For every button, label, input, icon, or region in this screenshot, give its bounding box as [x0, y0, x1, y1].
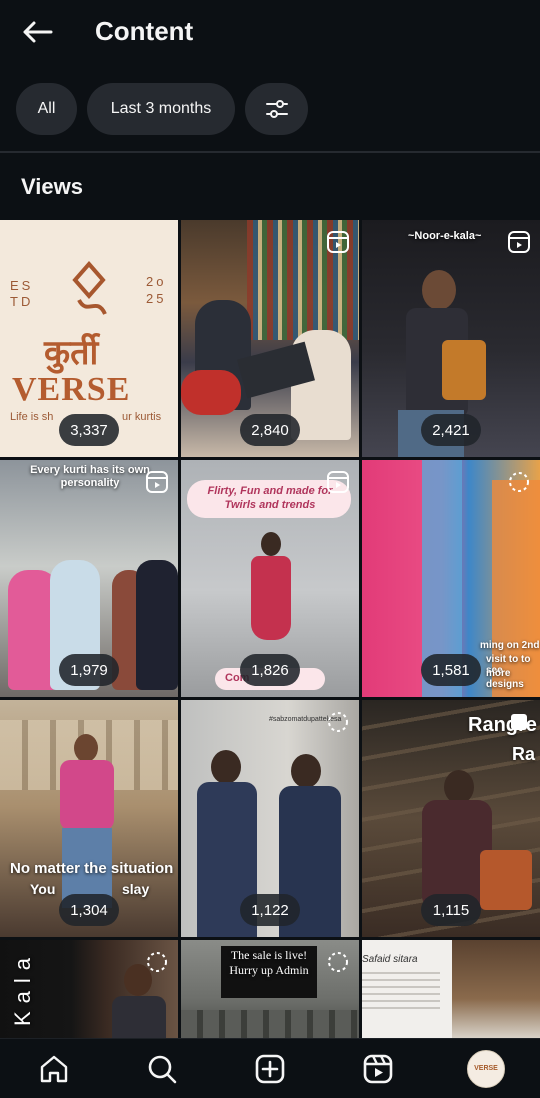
- filter-sliders-icon: [265, 100, 288, 118]
- tile-text: ur kurtis: [122, 411, 162, 423]
- tile-text: You: [30, 881, 56, 897]
- loading-icon: [328, 952, 348, 972]
- loading-icon: [147, 952, 167, 972]
- view-count: 2,421: [421, 414, 481, 446]
- tile-text: Safaid sitara: [362, 954, 418, 965]
- reel-icon: [511, 714, 527, 730]
- view-count: 1,826: [240, 654, 300, 686]
- tile-text: 25: [146, 291, 167, 306]
- tile-text: Ra: [512, 744, 536, 764]
- view-count: 1,304: [59, 894, 119, 926]
- tile-thumbnail: Safaid sitara: [362, 940, 540, 1038]
- tile-text: No matter the situation: [10, 860, 174, 877]
- content-tile[interactable]: Rangre Ra 1,115: [362, 700, 540, 937]
- tile-text: Life is sh: [10, 411, 54, 423]
- view-count: 1,115: [421, 894, 481, 926]
- reels-icon: [363, 1054, 393, 1083]
- filter-range-chip[interactable]: Last 3 months: [87, 83, 235, 135]
- filter-settings-button[interactable]: [245, 83, 308, 135]
- tile-text: Flirty, Fun and made for Twirls and tren…: [207, 485, 333, 511]
- tile-text: ~Noor-e-kala~: [408, 230, 482, 242]
- reel-icon: [327, 471, 349, 493]
- avatar: VERSE: [467, 1049, 505, 1088]
- bottom-nav: VERSE: [0, 1038, 540, 1098]
- divider: [0, 151, 540, 153]
- reel-icon: [327, 231, 349, 253]
- content-tile[interactable]: #sabzomatdupattekesa 1,122: [181, 700, 359, 937]
- view-count: 1,979: [59, 654, 119, 686]
- content-tile[interactable]: ming on 2nd visit to to see more designs…: [362, 460, 540, 697]
- view-count: 1,581: [421, 654, 481, 686]
- content-tile[interactable]: The sale is live! Hurry up Admin: [181, 940, 359, 1038]
- content-tile[interactable]: Safaid sitara: [362, 940, 540, 1038]
- home-icon: [40, 1055, 68, 1082]
- tile-text: ES: [10, 278, 34, 293]
- content-tile[interactable]: No matter the situation You slay 1,304: [0, 700, 178, 937]
- nav-create[interactable]: [243, 1042, 297, 1096]
- back-arrow-icon: [23, 21, 53, 43]
- content-grid: ES TD 2o 25 कुर्ती VERSE Life is sh ur k…: [0, 220, 540, 1038]
- nav-reels[interactable]: [351, 1042, 405, 1096]
- tile-text: The sale is live! Hurry up Admin: [229, 948, 309, 977]
- header: Content: [0, 0, 540, 64]
- section-title: Views: [21, 174, 83, 199]
- tile-text: 2o: [146, 274, 167, 289]
- tile-text: Kala: [10, 950, 35, 1027]
- content-tile[interactable]: 2,840: [181, 220, 359, 457]
- loading-icon: [509, 472, 529, 492]
- brand-logo-icon: [72, 260, 107, 315]
- reel-icon: [146, 471, 168, 493]
- content-tile[interactable]: ~Noor-e-kala~ 2,421: [362, 220, 540, 457]
- view-count: 1,122: [240, 894, 300, 926]
- nav-home[interactable]: [27, 1042, 81, 1096]
- loading-icon: [328, 712, 348, 732]
- create-icon: [255, 1054, 285, 1083]
- tile-text: more designs: [486, 668, 524, 690]
- content-tile[interactable]: Kala: [0, 940, 178, 1038]
- tile-text: slay: [122, 881, 150, 897]
- nav-search[interactable]: [135, 1042, 189, 1096]
- tile-text: VERSE: [12, 371, 131, 408]
- content-tile[interactable]: ES TD 2o 25 कुर्ती VERSE Life is sh ur k…: [0, 220, 178, 457]
- tile-text: TD: [10, 294, 34, 309]
- reel-icon: [508, 231, 530, 253]
- tile-text: कुर्ती: [44, 334, 99, 372]
- view-count: 3,337: [59, 414, 119, 446]
- search-icon: [148, 1055, 177, 1083]
- nav-profile[interactable]: VERSE: [459, 1042, 513, 1096]
- page-title: Content: [95, 16, 194, 46]
- back-button[interactable]: [18, 14, 56, 50]
- filter-chips: All Last 3 months: [16, 83, 308, 135]
- content-tile[interactable]: Every kurti has its own personality 1,97…: [0, 460, 178, 697]
- content-tile[interactable]: Flirty, Fun and made for Twirls and tren…: [181, 460, 359, 697]
- tile-text: Every kurti has its own personality: [30, 464, 150, 489]
- view-count: 2,840: [240, 414, 300, 446]
- tile-text: ming on 2nd: [480, 640, 540, 651]
- filter-all-chip[interactable]: All: [16, 83, 77, 135]
